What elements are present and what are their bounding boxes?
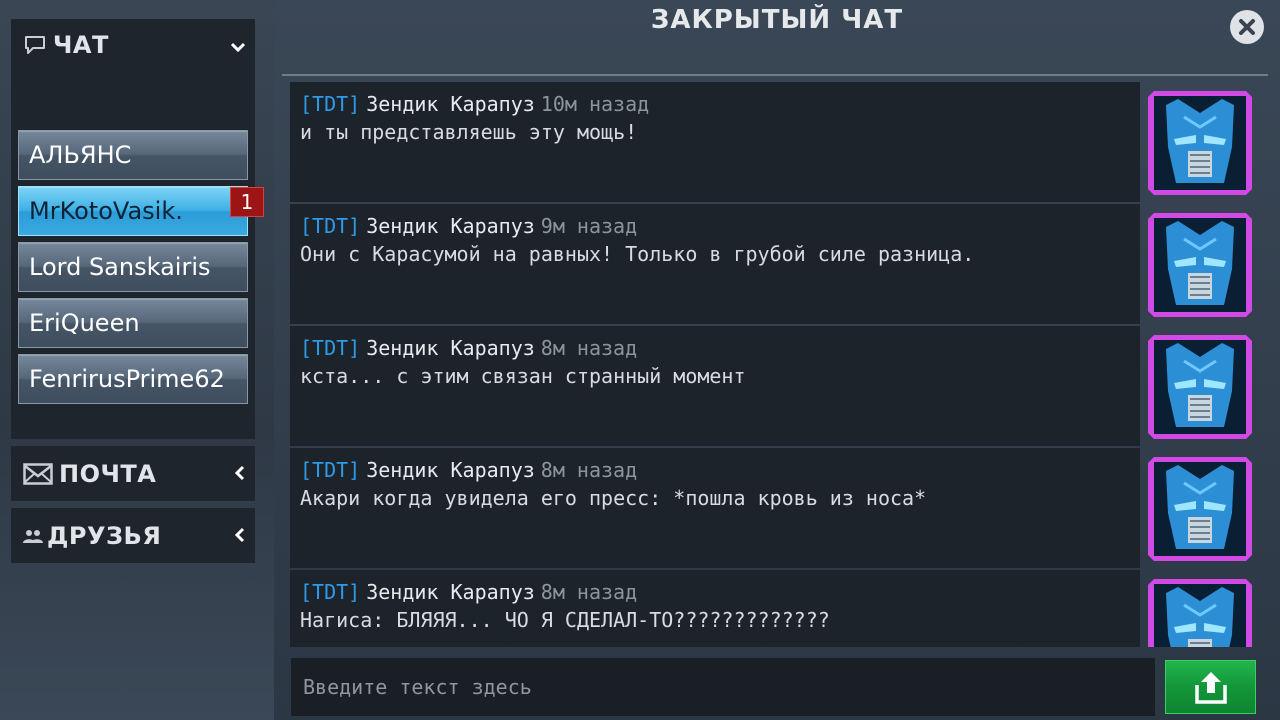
chevron-down-icon <box>230 33 246 57</box>
alliance-tag[interactable]: [TDT] <box>300 214 360 238</box>
chat-message: [TDT] Зендик Карапуз 10м назад и ты предст… <box>290 82 1258 202</box>
message-input[interactable] <box>291 658 1155 716</box>
chat-item-label: Lord Sanskairis <box>29 253 211 281</box>
chat-section-title: ЧАТ <box>53 31 109 59</box>
message-time: 9м назад <box>540 214 638 238</box>
send-button[interactable] <box>1165 660 1256 714</box>
chat-message: [TDT] Зендик Карапуз 9м назад Они с Карасу… <box>290 204 1258 324</box>
chat-message: [TDT] Зендик Карапуз 8м назад Нагиса: БЛЯЯ… <box>290 570 1258 647</box>
chat-section-header[interactable]: ЧАТ <box>11 19 255 71</box>
message-text: кста... с этим связан странный момент <box>300 364 746 388</box>
chat-item-mrkotovasik[interactable]: MrKotoVasik. <box>18 186 248 236</box>
sidebar-chat-section: ЧАТ АЛЬЯНС MrKotoVasik. Lord Sanskairis … <box>11 19 255 439</box>
unread-badge: 1 <box>230 187 264 217</box>
message-time: 8м назад <box>540 336 638 360</box>
chat-bubble-icon <box>23 33 47 57</box>
robot-portrait-icon <box>1148 91 1252 195</box>
chat-message: [TDT] Зендик Карапуз 8м назад Акари когда … <box>290 448 1258 568</box>
page-title: ЗАКРЫТЫЙ ЧАТ <box>650 5 904 35</box>
message-meta: [TDT] Зендик Карапуз 8м назад <box>300 336 637 360</box>
send-upload-icon <box>1194 672 1227 704</box>
message-meta: [TDT] Зендик Карапуз 9м назад <box>300 214 637 238</box>
mail-section-title: ПОЧТА <box>59 459 157 488</box>
message-bubble: [TDT] Зендик Карапуз 8м назад Нагиса: БЛЯЯ… <box>290 570 1140 647</box>
chat-item-fenrirusprime62[interactable]: FenrirusPrime62 <box>18 354 248 404</box>
robot-portrait-icon <box>1148 457 1252 561</box>
message-list[interactable]: [TDT] Зендик Карапуз 10м назад и ты предст… <box>290 80 1258 647</box>
friends-section-header[interactable]: ДРУЗЬЯ <box>11 508 255 563</box>
header-divider <box>282 74 1268 76</box>
chat-item-label: АЛЬЯНС <box>29 141 132 169</box>
message-time: 8м назад <box>540 458 638 482</box>
author-name[interactable]: Зендик Карапуз <box>366 336 535 360</box>
sidebar-mail-section[interactable]: ПОЧТА <box>11 446 255 501</box>
chat-item-lord-sanskairis[interactable]: Lord Sanskairis <box>18 242 248 292</box>
robot-portrait-icon <box>1148 335 1252 439</box>
chevron-left-icon <box>234 524 245 548</box>
people-icon <box>23 524 43 548</box>
close-icon <box>1239 19 1255 35</box>
message-bubble: [TDT] Зендик Карапуз 10м назад и ты предст… <box>290 82 1140 202</box>
message-bubble: [TDT] Зендик Карапуз 8м назад кста... с эт… <box>290 326 1140 446</box>
robot-portrait-icon <box>1148 213 1252 317</box>
close-button[interactable] <box>1230 10 1264 44</box>
author-name[interactable]: Зендик Карапуз <box>366 458 535 482</box>
message-time: 8м назад <box>540 580 638 604</box>
alliance-tag[interactable]: [TDT] <box>300 336 360 360</box>
avatar[interactable] <box>1144 575 1256 647</box>
author-name[interactable]: Зендик Карапуз <box>366 92 535 116</box>
alliance-tag[interactable]: [TDT] <box>300 458 360 482</box>
mail-section-header[interactable]: ПОЧТА <box>11 446 255 501</box>
chat-item-label: EriQueen <box>29 309 140 337</box>
message-bubble: [TDT] Зендик Карапуз 8м назад Акари когда … <box>290 448 1140 568</box>
robot-portrait-icon <box>1148 579 1252 647</box>
chat-message: [TDT] Зендик Карапуз 8м назад кста... с эт… <box>290 326 1258 446</box>
sidebar-friends-section[interactable]: ДРУЗЬЯ <box>11 508 255 563</box>
avatar[interactable] <box>1144 331 1256 443</box>
message-time: 10м назад <box>540 92 650 116</box>
avatar[interactable] <box>1144 453 1256 565</box>
chevron-left-icon <box>234 462 245 486</box>
envelope-icon <box>23 462 53 486</box>
chat-item-label: MrKotoVasik. <box>29 197 183 225</box>
chat-item-eriqueen[interactable]: EriQueen <box>18 298 248 348</box>
avatar[interactable] <box>1144 209 1256 321</box>
author-name[interactable]: Зендик Карапуз <box>366 580 535 604</box>
chat-item-alliance[interactable]: АЛЬЯНС <box>18 130 248 180</box>
chat-item-label: FenrirusPrime62 <box>29 365 225 393</box>
alliance-tag[interactable]: [TDT] <box>300 580 360 604</box>
alliance-tag[interactable]: [TDT] <box>300 92 360 116</box>
message-text: Они с Карасумой на равных! Только в груб… <box>300 242 975 266</box>
author-name[interactable]: Зендик Карапуз <box>366 214 535 238</box>
message-meta: [TDT] Зендик Карапуз 8м назад <box>300 458 637 482</box>
friends-section-title: ДРУЗЬЯ <box>47 521 162 550</box>
message-text: Акари когда увидела его пресс: *пошла кр… <box>300 486 927 510</box>
message-bubble: [TDT] Зендик Карапуз 9м назад Они с Карасу… <box>290 204 1140 324</box>
message-text: Нагиса: БЛЯЯЯ... ЧО Я СДЕЛАЛ-ТО?????????… <box>300 608 830 632</box>
avatar[interactable] <box>1144 87 1256 199</box>
message-meta: [TDT] Зендик Карапуз 8м назад <box>300 580 637 604</box>
message-text: и ты представляешь эту мощь! <box>300 120 638 144</box>
message-meta: [TDT] Зендик Карапуз 10м назад <box>300 92 649 116</box>
